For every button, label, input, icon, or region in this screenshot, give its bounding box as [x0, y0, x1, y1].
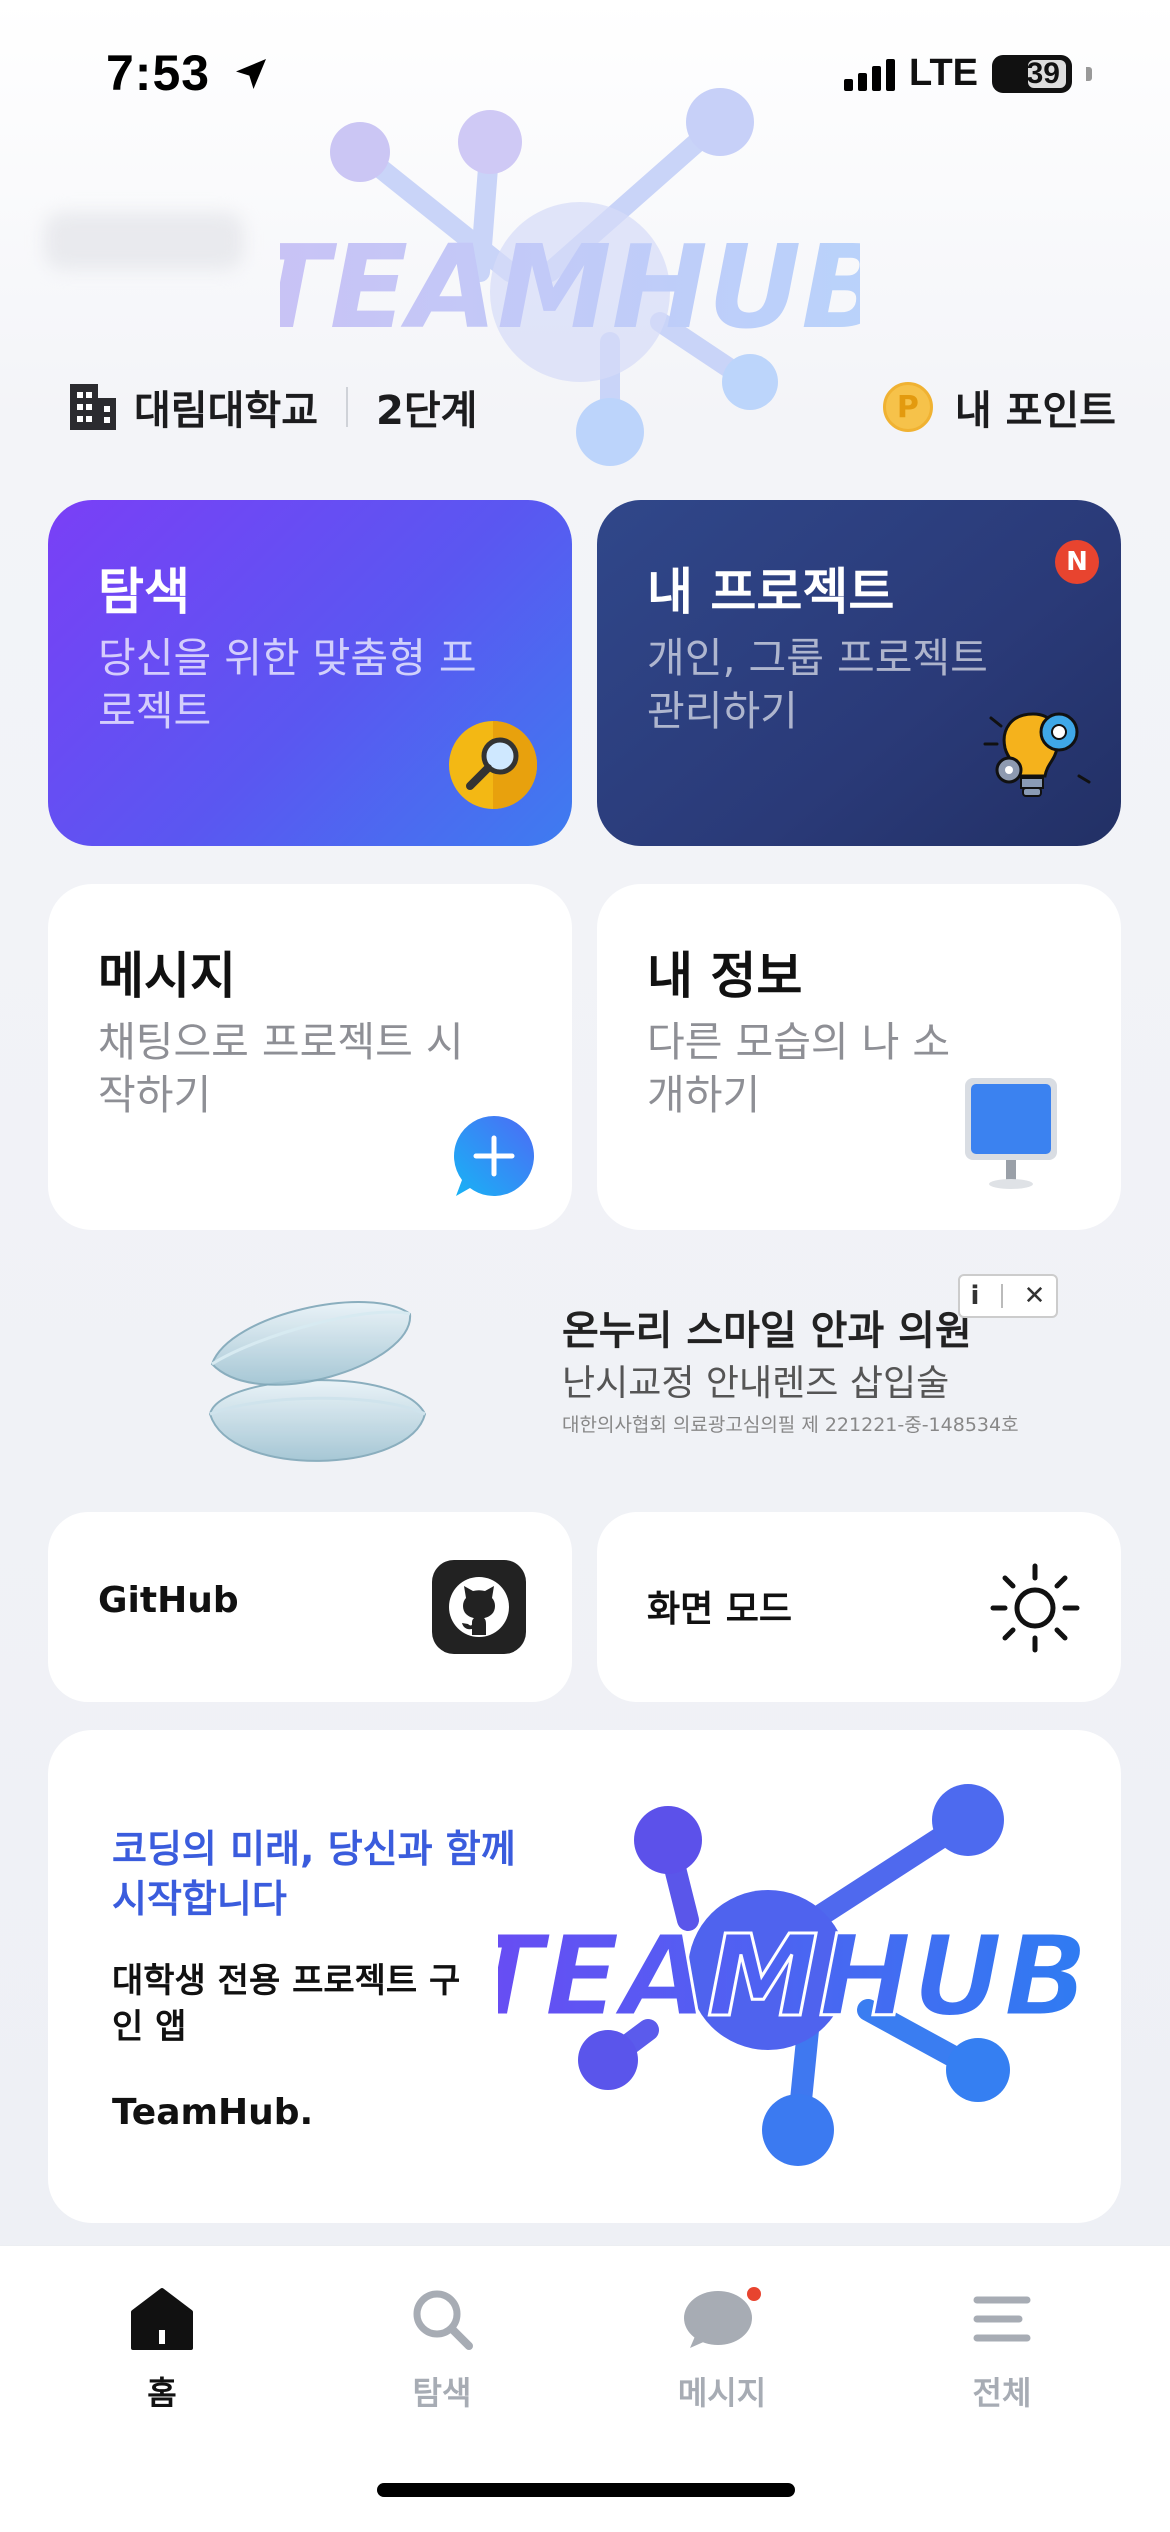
ad-disclaimer: 대한의사협회 의료광고심의필 제 221221-중-148534호	[562, 1414, 1019, 1436]
level-label: 2단계	[376, 388, 478, 434]
ad-controls[interactable]: i ✕	[958, 1274, 1058, 1318]
teamhub-banner-logo: TEAMHUB	[498, 1784, 1090, 2166]
location-arrow-icon	[235, 59, 266, 89]
network-type: LTE	[909, 52, 978, 94]
battery-level: 39	[1026, 56, 1060, 90]
home-indicator	[377, 2483, 795, 2497]
tab-all[interactable]: 전체	[912, 2286, 1092, 2414]
ad-info-icon[interactable]: i	[971, 1281, 980, 1311]
ad-separator	[1000, 1284, 1003, 1308]
battery-nub	[1086, 66, 1092, 81]
ad-subtitle: 난시교정 안내렌즈 삽입술	[562, 1363, 950, 1404]
tab-home-label: 홈	[147, 2374, 177, 2412]
points-button[interactable]: P 내 포인트	[882, 378, 1116, 436]
my-info-subtitle: 다른 모습의 나 소개하기	[647, 1018, 951, 1119]
battery-icon: 39	[992, 54, 1072, 93]
my-project-subtitle: 개인, 그룹 프로젝트 관리하기	[647, 634, 988, 735]
menu-icon	[973, 2296, 1031, 2342]
ad-banner[interactable]: 온누리 스마일 안과 의원 난시교정 안내렌즈 삽입술 대한의사협회 의료광고심…	[0, 1262, 1170, 1482]
clock: 7:53	[106, 45, 211, 101]
divider	[346, 387, 348, 427]
tab-explore-label: 탐색	[412, 2374, 472, 2412]
screen-mode-tile[interactable]: 화면 모드	[597, 1512, 1121, 1702]
chat-bubble-icon	[684, 2287, 761, 2348]
tab-message-label: 메시지	[677, 2374, 767, 2412]
new-badge: N	[1055, 540, 1099, 584]
status-indicators: LTE 39	[844, 52, 1092, 95]
message-card[interactable]: 메시지 채팅으로 프로젝트 시작하기	[48, 884, 572, 1230]
points-label: 내 포인트	[954, 388, 1116, 434]
explore-title: 탐색	[98, 563, 190, 621]
banner-body: 대학생 전용 프로젝트 구인 앱	[112, 1961, 461, 2047]
ad-title: 온누리 스마일 안과 의원	[562, 1308, 972, 1354]
search-icon	[413, 2290, 473, 2350]
github-label: GitHub	[98, 1580, 239, 1621]
logo-text: TEAMHUB	[280, 221, 860, 355]
ad-close-icon[interactable]: ✕	[1024, 1281, 1046, 1311]
banner-logo-text: TEAMHUB	[498, 1912, 1089, 2042]
magnifier-icon	[449, 721, 537, 809]
school-info[interactable]: 대림대학교 2단계	[70, 378, 477, 436]
contact-lens-image	[208, 1301, 427, 1462]
status-time: 7:53	[106, 44, 271, 102]
my-info-card[interactable]: 내 정보 다른 모습의 나 소개하기	[597, 884, 1121, 1230]
github-icon	[432, 1560, 526, 1654]
signboard-icon	[965, 1078, 1057, 1189]
message-title: 메시지	[98, 947, 236, 1005]
tab-message[interactable]: 메시지	[632, 2286, 812, 2414]
tab-home[interactable]: 홈	[72, 2286, 252, 2414]
my-project-title: 내 프로젝트	[647, 563, 895, 621]
my-project-card[interactable]: 내 프로젝트 개인, 그룹 프로젝트 관리하기 N	[597, 500, 1121, 846]
banner-brand: TeamHub.	[112, 2092, 314, 2133]
tab-explore[interactable]: 탐색	[352, 2286, 532, 2414]
github-tile[interactable]: GitHub	[48, 1512, 572, 1702]
unread-dot	[747, 2287, 761, 2301]
chat-add-icon	[454, 1116, 534, 1196]
message-subtitle: 채팅으로 프로젝트 시작하기	[98, 1018, 464, 1119]
sun-icon	[990, 1563, 1080, 1653]
home-icon	[131, 2288, 193, 2350]
screen-mode-label: 화면 모드	[647, 1589, 793, 1630]
lightbulb-gear-icon	[983, 712, 1091, 797]
banner-headline: 코딩의 미래, 당신과 함께 시작합니다	[112, 1827, 516, 1921]
school-name: 대림대학교	[134, 388, 318, 434]
promo-banner[interactable]: 코딩의 미래, 당신과 함께 시작합니다 대학생 전용 프로젝트 구인 앱 Te…	[48, 1730, 1121, 2223]
explore-card[interactable]: 탐색 당신을 위한 맞춤형 프로젝트	[48, 500, 572, 846]
explore-subtitle: 당신을 위한 맞춤형 프로젝트	[98, 634, 477, 735]
coin-icon: P	[882, 382, 933, 432]
tab-all-label: 전체	[972, 2374, 1032, 2412]
blurred-header-title	[44, 212, 244, 270]
building-icon	[70, 384, 116, 430]
my-info-title: 내 정보	[647, 947, 803, 1005]
